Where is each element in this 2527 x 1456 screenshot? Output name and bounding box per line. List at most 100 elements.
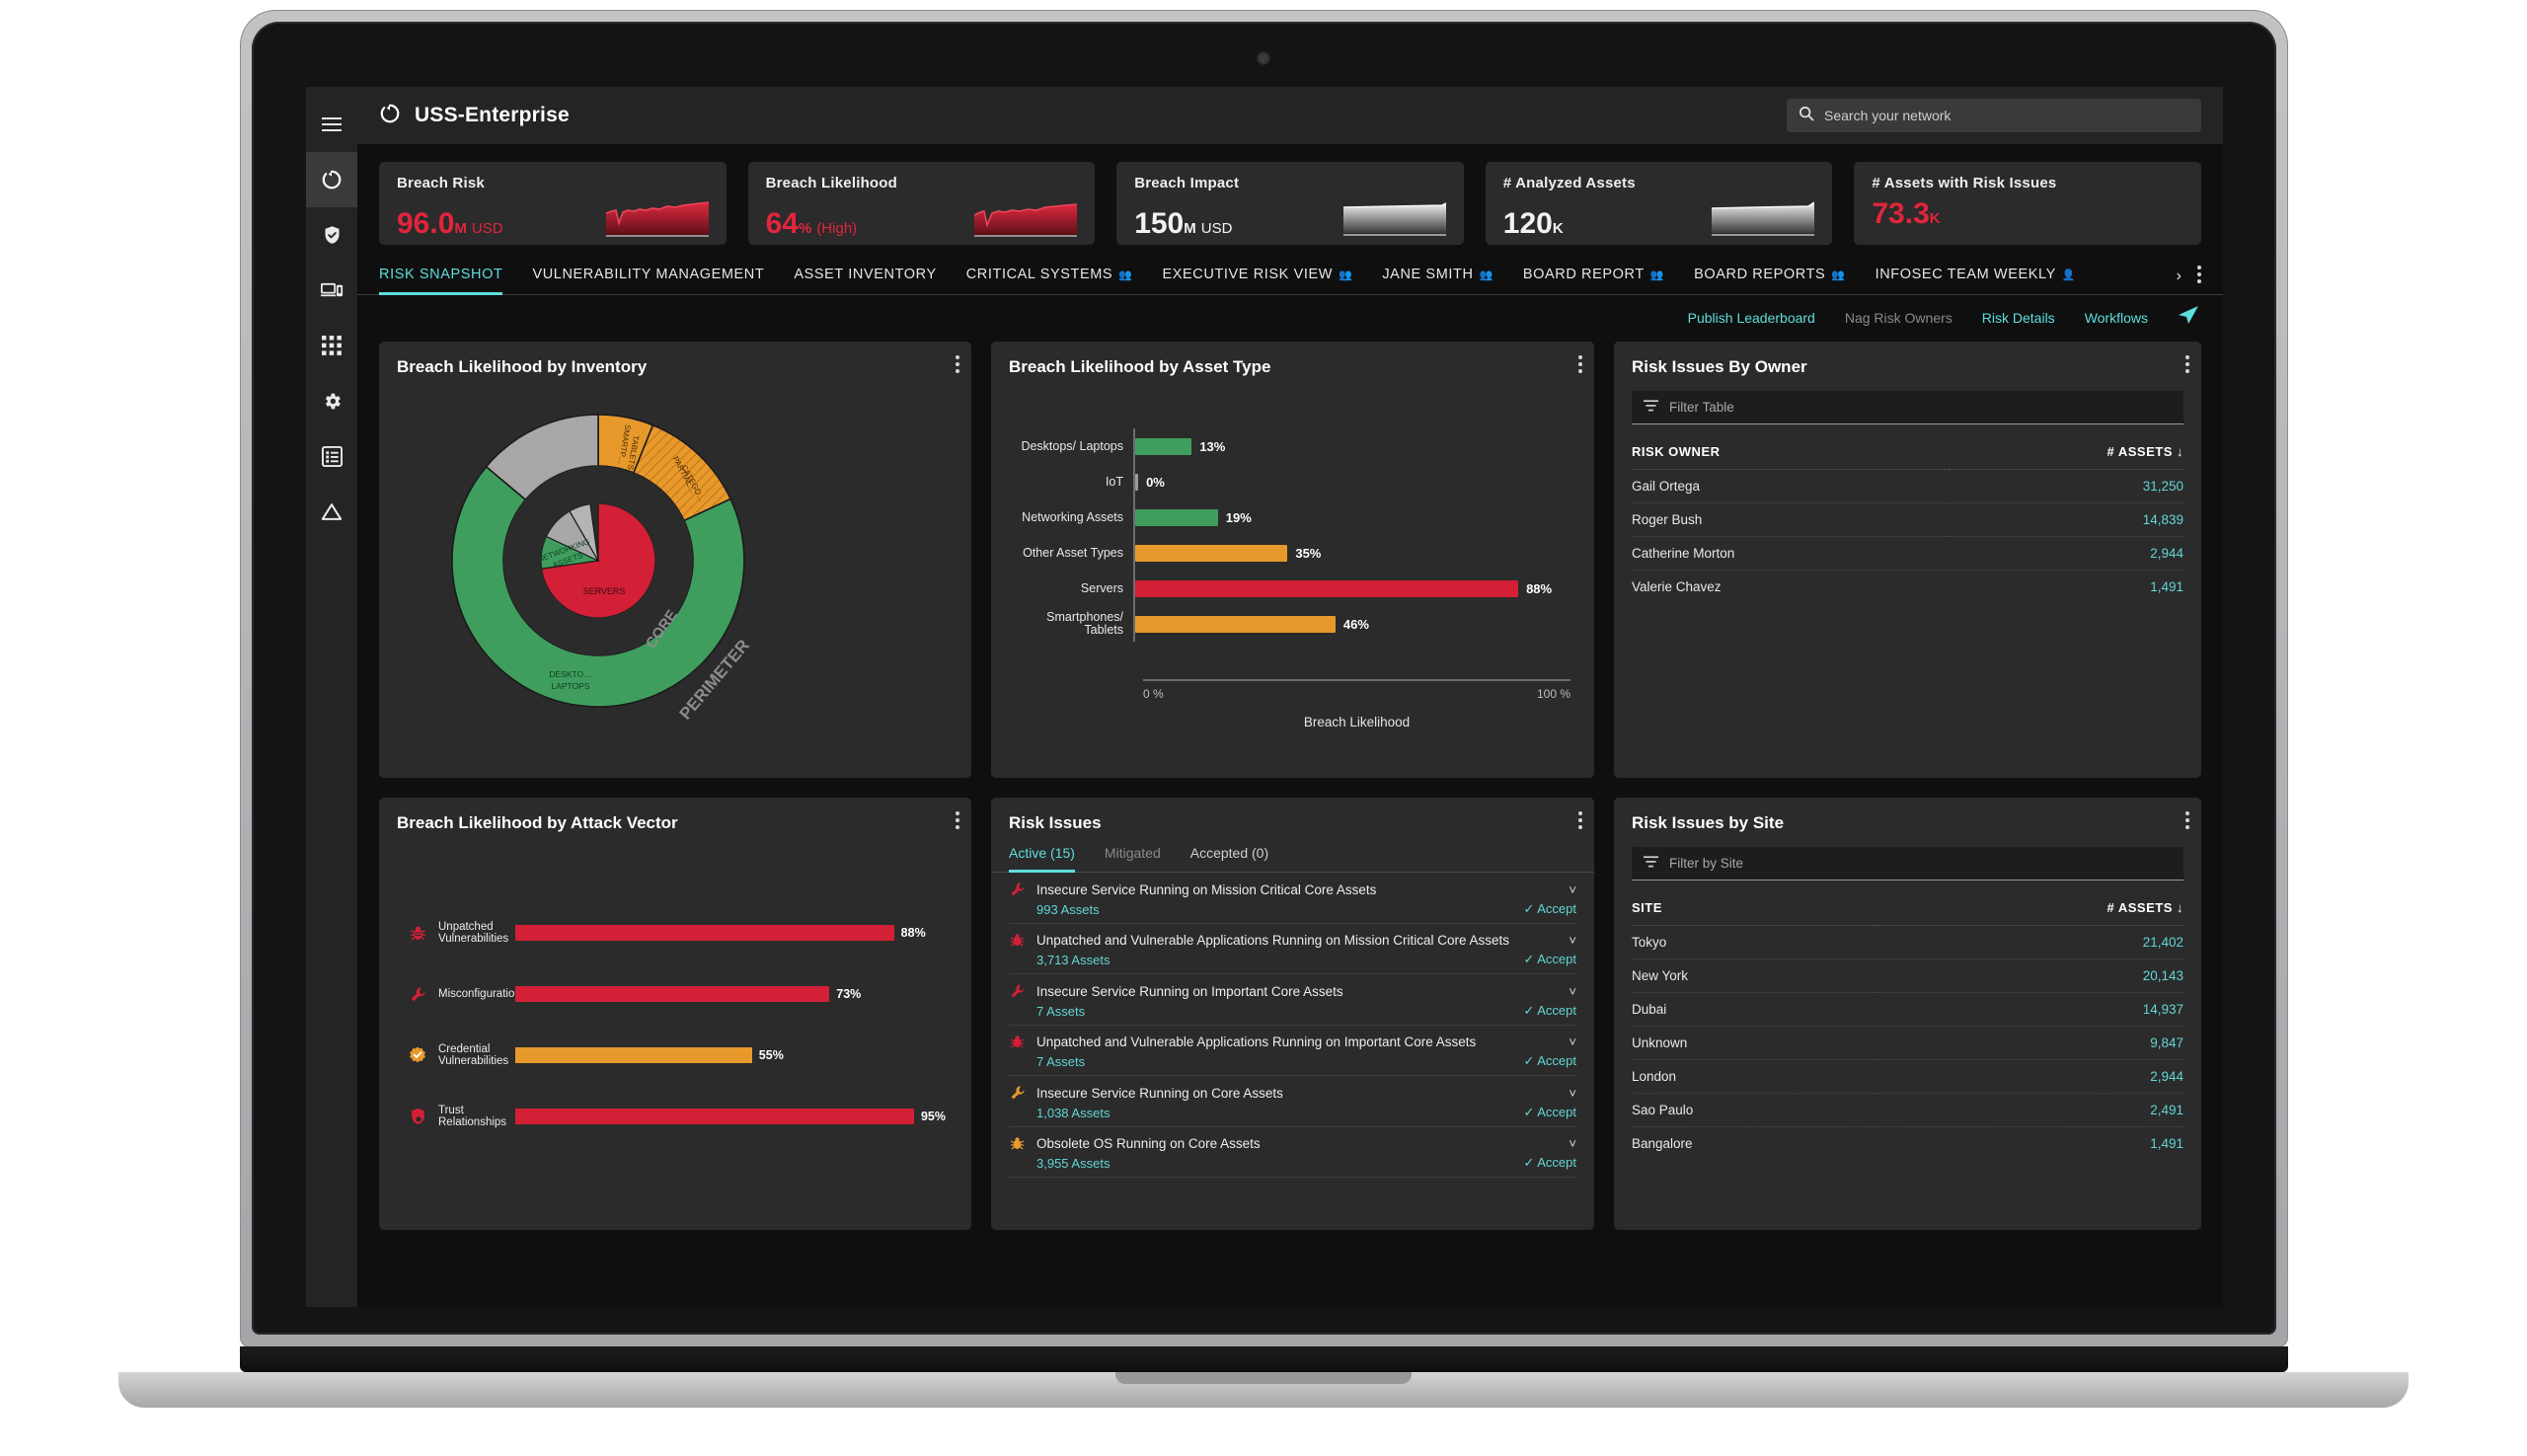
chevron-down-icon[interactable]: ˅ <box>1569 933 1576 948</box>
kpi-card-breach-impact[interactable]: Breach Impact 150M USD <box>1116 162 1464 245</box>
kpi-card-breach-likelihood[interactable]: Breach Likelihood 64% (High) <box>747 162 1096 245</box>
nag-risk-owners-link[interactable]: Nag Risk Owners <box>1845 310 1953 326</box>
site-filter-input[interactable] <box>1669 856 2172 871</box>
site-filter[interactable] <box>1632 847 2183 881</box>
cell-assets: 14,839 <box>1948 502 2183 537</box>
tab-jane-smith[interactable]: JANE SMITH 👥 <box>1382 261 1493 295</box>
list-item[interactable]: Unpatched and Vulnerable Applications Ru… <box>1009 924 1576 974</box>
table-row[interactable]: Bangalore 1,491 <box>1632 1127 2183 1161</box>
table-row[interactable]: New York 20,143 <box>1632 958 2183 993</box>
issue-asset-count[interactable]: 7 Assets <box>1036 1004 1085 1019</box>
tab-board-reports[interactable]: BOARD REPORTS 👥 <box>1694 261 1846 295</box>
cell-owner: Gail Ortega <box>1632 469 1949 503</box>
chevron-down-icon[interactable]: ˅ <box>1569 1136 1576 1151</box>
gear-icon[interactable] <box>306 373 357 428</box>
table-row[interactable]: Roger Bush 14,839 <box>1632 502 2183 537</box>
tab-critical-systems[interactable]: CRITICAL SYSTEMS 👥 <box>966 261 1133 295</box>
dashboard-icon[interactable] <box>306 152 357 207</box>
kpi-card-breach-risk[interactable]: Breach Risk 96.0M USD <box>379 162 727 245</box>
owner-filter[interactable] <box>1632 391 2183 424</box>
tab-mitigated-issues[interactable]: Mitigated <box>1105 845 1161 873</box>
bar <box>515 925 894 941</box>
cell-assets: 1,491 <box>2150 579 2183 594</box>
column-header-assets[interactable]: # ASSETS ↓ <box>1948 438 2183 470</box>
kebab-menu-icon[interactable] <box>2185 355 2189 376</box>
tab-vulnerability-management[interactable]: VULNERABILITY MANAGEMENT <box>532 261 764 295</box>
publish-leaderboard-link[interactable]: Publish Leaderboard <box>1688 310 1815 326</box>
accept-button[interactable]: ✓ Accept <box>1523 1155 1576 1171</box>
chevron-down-icon[interactable]: ˅ <box>1569 1086 1576 1101</box>
cell-owner: Roger Bush <box>1632 502 1949 537</box>
issue-asset-count[interactable]: 3,713 Assets <box>1036 953 1110 967</box>
cell-site: New York <box>1632 958 1878 993</box>
tab-executive-risk-view[interactable]: EXECUTIVE RISK VIEW 👥 <box>1162 261 1352 295</box>
table-row[interactable]: Sao Paulo 2,491 <box>1632 1093 2183 1127</box>
warning-triangle-icon[interactable] <box>306 484 357 539</box>
issue-asset-count[interactable]: 3,955 Assets <box>1036 1156 1110 1171</box>
list-item[interactable]: Unpatched and Vulnerable Applications Ru… <box>1009 1026 1576 1076</box>
screenshot-stage: MacBook <box>0 0 2527 1456</box>
tab-risk-snapshot[interactable]: RISK SNAPSHOT <box>379 261 503 295</box>
search-input[interactable] <box>1824 108 2189 123</box>
list-item[interactable]: Obsolete OS Running on Core Assets ˅ 3,9… <box>1009 1127 1576 1178</box>
workflows-link[interactable]: Workflows <box>2085 310 2148 326</box>
chevron-down-icon[interactable]: ˅ <box>1569 882 1576 897</box>
tab-board-report[interactable]: BOARD REPORT 👥 <box>1523 261 1664 295</box>
table-row[interactable]: Catherine Morton 2,944 <box>1632 536 2183 571</box>
tab-infosec-team-weekly[interactable]: INFOSEC TEAM WEEKLY 👤 <box>1876 261 2077 295</box>
column-header-site[interactable]: SITE <box>1632 894 1878 926</box>
accept-button[interactable]: ✓ Accept <box>1523 1105 1576 1120</box>
issue-asset-count[interactable]: 7 Assets <box>1036 1054 1085 1069</box>
list-item[interactable]: Insecure Service Running on Mission Crit… <box>1009 873 1576 924</box>
bar-value: 55% <box>758 1048 784 1062</box>
accept-button[interactable]: ✓ Accept <box>1523 952 1576 967</box>
main-content: USS-Enterprise Breach Risk 96.0MUSD <box>357 87 2223 1307</box>
tab-asset-inventory[interactable]: ASSET INVENTORY <box>794 261 936 295</box>
devices-icon[interactable] <box>306 263 357 318</box>
x-tick-labels: 0 % 100 % <box>1143 681 1570 701</box>
kebab-menu-icon[interactable] <box>956 355 959 376</box>
chevron-down-icon[interactable]: ˅ <box>1569 984 1576 999</box>
accept-button[interactable]: ✓ Accept <box>1523 901 1576 917</box>
table-row[interactable]: Unknown 9,847 <box>1632 1026 2183 1060</box>
sparkline-red <box>605 201 709 237</box>
table-row[interactable]: Tokyo 21,402 <box>1632 925 2183 959</box>
kebab-menu-icon[interactable] <box>2185 811 2189 832</box>
search-box[interactable] <box>1787 99 2201 132</box>
kebab-menu-icon[interactable] <box>1578 811 1582 832</box>
kpi-value: 73.3K <box>1872 197 1941 230</box>
list-item[interactable]: Insecure Service Running on Core Assets … <box>1009 1076 1576 1127</box>
kebab-menu-icon[interactable] <box>956 811 959 832</box>
table-row[interactable]: London 2,944 <box>1632 1059 2183 1094</box>
menu-icon[interactable] <box>306 97 357 152</box>
column-header-assets[interactable]: # ASSETS ↓ <box>1877 894 2183 926</box>
list-icon[interactable] <box>306 428 357 484</box>
tab-accepted-issues[interactable]: Accepted (0) <box>1190 845 1268 873</box>
owner-filter-input[interactable] <box>1669 400 2172 415</box>
panel-risk-issues-by-site: Risk Issues by Site SITE # ASSETS ↓ <box>1614 798 2201 1230</box>
table-row[interactable]: Valerie Chavez 1,491 <box>1632 571 2183 604</box>
cell-site: Dubai <box>1632 992 1878 1027</box>
grid-apps-icon[interactable] <box>306 318 357 373</box>
risk-issue-list[interactable]: Insecure Service Running on Mission Crit… <box>991 873 1594 1205</box>
accept-button[interactable]: ✓ Accept <box>1523 1053 1576 1069</box>
issue-asset-count[interactable]: 1,038 Assets <box>1036 1106 1110 1120</box>
chevron-right-icon[interactable]: › <box>2177 268 2182 285</box>
accept-button[interactable]: ✓ Accept <box>1523 1003 1576 1019</box>
table-row[interactable]: Gail Ortega 31,250 <box>1632 469 2183 503</box>
bar-row: Networking Assets 19% <box>1015 499 1570 535</box>
cell-owner: Catherine Morton <box>1632 536 1949 571</box>
issue-asset-count[interactable]: 993 Assets <box>1036 902 1100 917</box>
risk-details-link[interactable]: Risk Details <box>1982 310 2055 326</box>
table-row[interactable]: Dubai 14,937 <box>1632 992 2183 1027</box>
kebab-menu-icon[interactable] <box>1578 355 1582 376</box>
column-header-risk-owner[interactable]: RISK OWNER <box>1632 438 1949 470</box>
shield-check-icon[interactable] <box>306 207 357 263</box>
chevron-down-icon[interactable]: ˅ <box>1569 1035 1576 1049</box>
kpi-card-assets-with-risk-issues[interactable]: # Assets with Risk Issues 73.3K <box>1854 162 2201 245</box>
kebab-menu-icon[interactable] <box>2197 266 2201 286</box>
kpi-card-analyzed-assets[interactable]: # Analyzed Assets 120K <box>1485 162 1833 245</box>
tab-active-issues[interactable]: Active (15) <box>1009 845 1075 873</box>
list-item[interactable]: Insecure Service Running on Important Co… <box>1009 974 1576 1026</box>
send-paper-plane-icon[interactable] <box>2178 305 2199 330</box>
